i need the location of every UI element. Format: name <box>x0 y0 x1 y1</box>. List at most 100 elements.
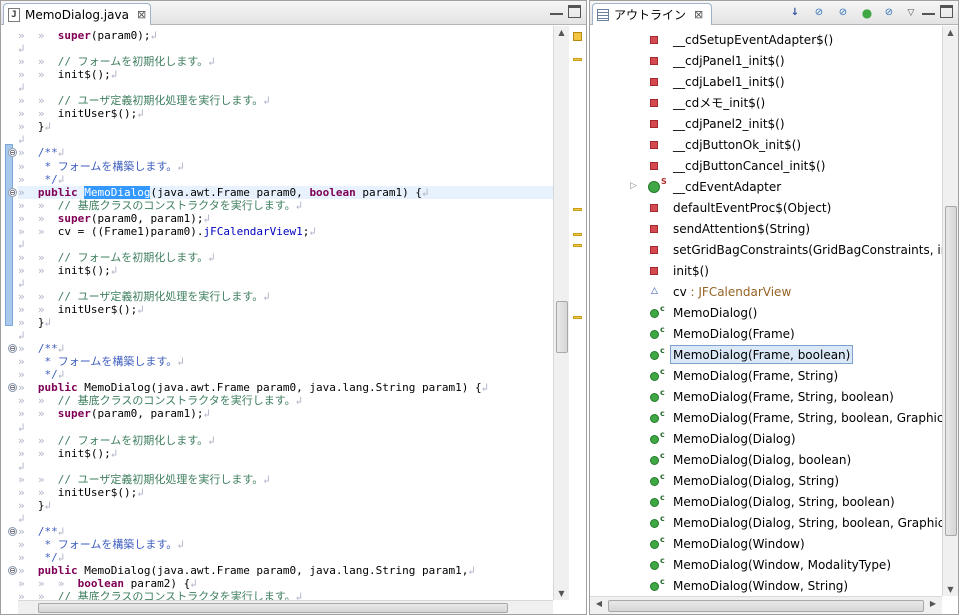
tree-item-label[interactable]: MemoDialog(Window, String) <box>670 576 851 595</box>
fold-toggle-icon[interactable]: ⊖ <box>8 526 17 536</box>
code-line[interactable]: » */↲ <box>18 551 554 564</box>
outline-tree-item[interactable]: c MemoDialog(Window) <box>590 533 942 554</box>
code-line[interactable]: » * フォームを構築します。↲ <box>18 355 554 368</box>
editor-horizontal-scrollbar[interactable] <box>18 600 553 614</box>
tree-item-label[interactable]: defaultEventProc$(Object) <box>670 198 834 217</box>
tree-item-label[interactable]: __cdjPanel2_init$() <box>670 114 788 133</box>
code-line[interactable]: » » init$();↲ <box>18 447 554 460</box>
code-line[interactable]: ↲ <box>18 512 554 525</box>
code-line[interactable]: » }↲ <box>18 499 554 512</box>
tree-item-label[interactable]: MemoDialog(Dialog) <box>670 429 799 448</box>
code-line[interactable]: » public MemoDialog(java.awt.Frame param… <box>18 564 554 577</box>
outline-tree-item[interactable]: c MemoDialog(Dialog, boolean) <box>590 449 942 470</box>
code-line[interactable]: » public MemoDialog(java.awt.Frame param… <box>18 381 554 394</box>
outline-tree-item[interactable]: ▷ S __cdEventAdapter <box>590 176 942 197</box>
scroll-up-icon[interactable]: ▲ <box>554 28 569 37</box>
fold-toggle-icon[interactable]: ⊖ <box>8 566 17 576</box>
overview-mark[interactable] <box>573 58 582 61</box>
tree-item-label[interactable]: MemoDialog() <box>670 303 760 322</box>
tree-item-label[interactable]: MemoDialog(Dialog, String) <box>670 471 842 490</box>
scroll-down-icon[interactable]: ▼ <box>554 589 569 598</box>
code-line[interactable]: » » // 基底クラスのコンストラクタを実行します。↲ <box>18 394 554 407</box>
sort-alphabetically-icon[interactable]: ↓ <box>788 6 802 20</box>
tree-item-label[interactable]: init$() <box>670 261 712 280</box>
tree-item-label[interactable]: MemoDialog(Frame, boolean) <box>670 345 854 364</box>
fold-toggle-icon[interactable]: ⊖ <box>8 187 17 197</box>
tree-item-label[interactable]: sendAttention$(String) <box>670 219 813 238</box>
outline-tree-item[interactable]: c MemoDialog(Frame, String, boolean) <box>590 386 942 407</box>
outline-tree-item[interactable]: defaultEventProc$(Object) <box>590 197 942 218</box>
editor-vertical-scrollbar[interactable]: ▲ ▼ <box>553 26 569 600</box>
overview-mark[interactable] <box>573 208 582 211</box>
code-line[interactable]: ↲ <box>18 329 554 342</box>
tree-item-label[interactable]: MemoDialog(Dialog, boolean) <box>670 450 854 469</box>
code-line[interactable]: ↲ <box>18 277 554 290</box>
minimize-icon[interactable] <box>550 5 563 15</box>
tree-item-label[interactable]: MemoDialog(Window, ModalityType) <box>670 555 894 574</box>
tree-item-label[interactable]: __cdjButtonCancel_init$() <box>670 156 828 175</box>
tree-item-label[interactable]: setGridBagConstraints(GridBagConstraints… <box>670 240 942 259</box>
outline-horizontal-scrollbar[interactable]: ◀ ▶ <box>590 596 942 614</box>
tree-item-label[interactable]: __cdEventAdapter <box>670 177 784 196</box>
outline-tree-item[interactable]: __cdjPanel1_init$() <box>590 50 942 71</box>
code-line[interactable]: » * フォームを構築します。↲ <box>18 160 554 173</box>
hide-local-types-icon[interactable]: ⊘ <box>882 6 896 20</box>
code-line[interactable]: » » init$();↲ <box>18 68 554 81</box>
tree-item-label[interactable]: MemoDialog(Dialog, String, boolean, Grap… <box>670 513 942 532</box>
code-line[interactable]: » » // 基底クラスのコンストラクタを実行します。↲ <box>18 199 554 212</box>
hide-fields-icon[interactable]: ⊘ <box>812 6 826 20</box>
overview-mark[interactable] <box>573 244 582 247</box>
tree-item-label[interactable]: MemoDialog(Frame) <box>670 324 798 343</box>
maximize-icon[interactable] <box>568 5 581 18</box>
code-line[interactable]: » /**↲ <box>18 525 554 538</box>
outline-tree-item[interactable]: __cdSetupEventAdapter$() <box>590 29 942 50</box>
code-line[interactable]: ↲ <box>18 42 554 55</box>
code-line[interactable]: » }↲ <box>18 120 554 133</box>
tree-item-label[interactable]: __cdjPanel1_init$() <box>670 51 788 70</box>
overview-mark[interactable] <box>573 316 582 319</box>
view-menu-icon[interactable]: ▽ <box>904 6 918 20</box>
outline-tree-item[interactable]: c MemoDialog() <box>590 302 942 323</box>
hide-static-icon[interactable]: ⊘ <box>836 6 850 20</box>
outline-tree-item[interactable]: __cdjButtonOk_init$() <box>590 134 942 155</box>
outline-tree-item[interactable]: c MemoDialog(Frame, String) <box>590 365 942 386</box>
scroll-up-icon[interactable]: ▲ <box>943 28 958 37</box>
outline-tree-item[interactable]: init$() <box>590 260 942 281</box>
tree-item-label[interactable]: cv : JFCalendarView <box>670 282 794 301</box>
code-line[interactable]: » » initUser$();↲ <box>18 486 554 499</box>
minimize-icon[interactable] <box>922 5 935 15</box>
fold-toggle-icon[interactable]: ⊖ <box>8 148 17 158</box>
outline-tree-item[interactable]: c MemoDialog(Dialog, String, boolean) <box>590 491 942 512</box>
code-line[interactable]: » */↲ <box>18 173 554 186</box>
code-line[interactable]: » » // ユーザ定義初期化処理を実行します。↲ <box>18 473 554 486</box>
code-line[interactable]: » */↲ <box>18 368 554 381</box>
editor-tab[interactable]: J MemoDialog.java ⊠ <box>3 3 151 25</box>
tree-item-label[interactable]: __cdjLabel1_init$() <box>670 72 788 91</box>
code-line[interactable]: » » // フォームを初期化します。↲ <box>18 434 554 447</box>
scroll-right-icon[interactable]: ▶ <box>928 599 938 608</box>
close-icon[interactable]: ⊠ <box>137 8 146 21</box>
code-line[interactable]: » » cv = ((Frame1)param0).jFCalendarView… <box>18 225 554 238</box>
outline-vertical-scrollbar[interactable]: ▲ ▼ <box>942 26 958 596</box>
outline-tree-item[interactable]: c MemoDialog(Frame) <box>590 323 942 344</box>
outline-horizontal-scroll-thumb[interactable] <box>608 600 924 612</box>
code-line[interactable]: » » initUser$();↲ <box>18 107 554 120</box>
outline-tree[interactable]: __cdSetupEventAdapter$() __cdjPanel1_init… <box>590 26 942 596</box>
tree-item-label[interactable]: __cdjButtonOk_init$() <box>670 135 804 154</box>
expand-arrow-icon[interactable]: ▷ <box>630 181 637 191</box>
outline-tree-item[interactable]: __cdjPanel2_init$() <box>590 113 942 134</box>
code-line[interactable]: ↲ <box>18 133 554 146</box>
tree-item-label[interactable]: MemoDialog(Window) <box>670 534 808 553</box>
editor-vertical-scroll-thumb[interactable] <box>556 301 568 353</box>
code-line[interactable]: » * フォームを構築します。↲ <box>18 538 554 551</box>
fold-toggle-icon[interactable]: ⊖ <box>8 344 17 354</box>
code-line[interactable]: » » » boolean param2) {↲ <box>18 577 554 590</box>
code-line[interactable]: » /**↲ <box>18 342 554 355</box>
outline-tree-item[interactable]: __cdメモ_init$() <box>590 92 942 113</box>
tree-item-label[interactable]: MemoDialog(Frame, String, boolean) <box>670 387 897 406</box>
code-line[interactable]: » }↲ <box>18 316 554 329</box>
code-line[interactable]: » » super(param0);↲ <box>18 29 554 42</box>
warning-overview-icon[interactable] <box>573 32 582 41</box>
code-area[interactable]: » » super(param0);↲ ↲» » // フォームを初期化します。↲… <box>18 26 554 600</box>
overview-mark[interactable] <box>573 233 582 236</box>
